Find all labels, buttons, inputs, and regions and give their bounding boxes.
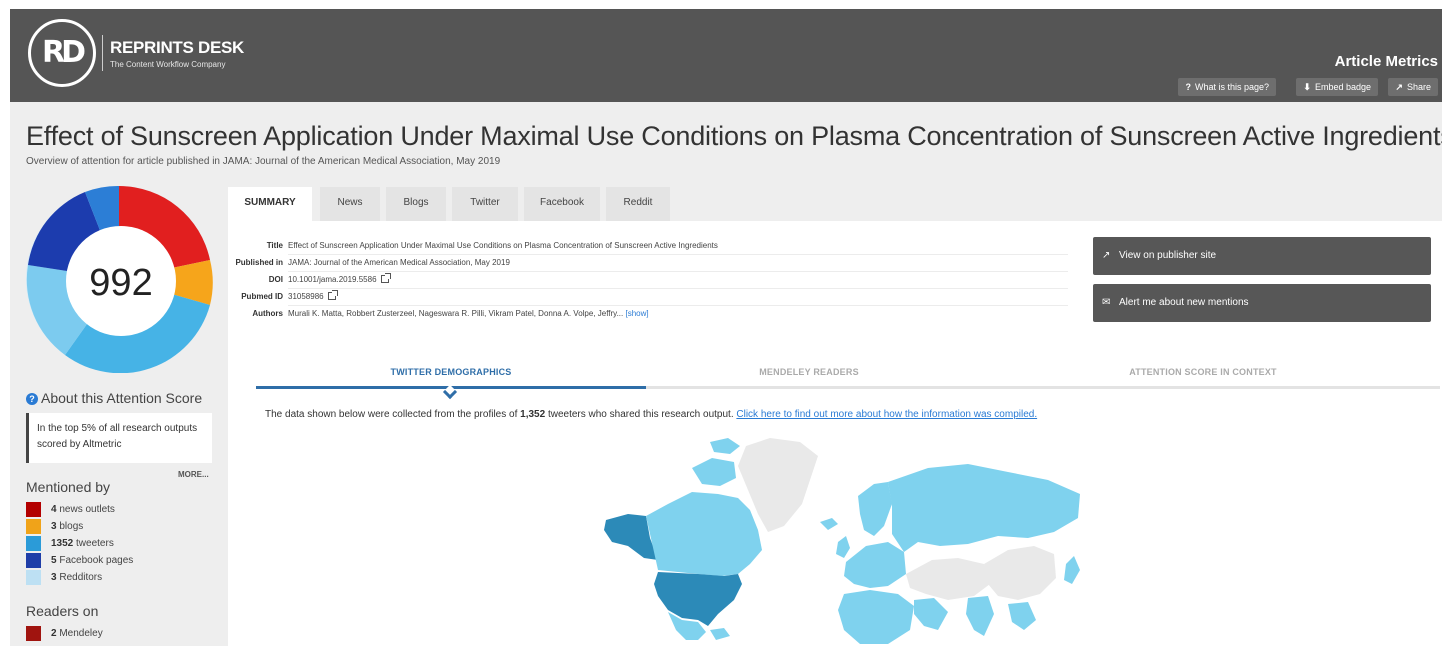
readers-on-heading: Readers on <box>26 603 99 619</box>
app-frame: RD REPRINTS DESK The Content Workflow Co… <box>10 9 1442 646</box>
map-arabia <box>914 598 948 630</box>
map-china <box>984 546 1056 600</box>
reader-mendeley[interactable]: 2 Mendeley <box>26 626 103 642</box>
alert-mentions-button[interactable]: ✉ Alert me about new mentions <box>1093 284 1431 322</box>
map-usa <box>654 572 742 626</box>
tweeters-swatch <box>26 536 41 551</box>
map-se-asia <box>1008 602 1036 630</box>
data-note: The data shown below were collected from… <box>265 409 1038 420</box>
article-subtitle: Overview of attention for article publis… <box>26 156 501 167</box>
summary-panel: Title Effect of Sunscreen Application Und… <box>228 221 1442 646</box>
more-link[interactable]: MORE... <box>178 470 209 479</box>
map-caribbean <box>710 628 730 640</box>
brand-name: REPRINTS DESK <box>110 38 245 57</box>
tab-twitter[interactable]: Twitter <box>452 187 518 221</box>
divider <box>288 271 1068 272</box>
top-bar: RD REPRINTS DESK The Content Workflow Co… <box>10 9 1442 102</box>
mention-redditors[interactable]: 3 Redditors <box>26 570 102 586</box>
logo-icon[interactable]: RD <box>28 19 96 87</box>
show-authors-link[interactable]: [show] <box>626 309 649 318</box>
map-arctic-islands <box>692 458 736 486</box>
view-publisher-button[interactable]: ↗ View on publisher site <box>1093 237 1431 275</box>
about-score-box: In the top 5% of all research outputs sc… <box>26 413 212 463</box>
tab-summary[interactable]: SUMMARY <box>228 187 312 221</box>
about-score-heading[interactable]: ? About this Attention Score <box>26 390 202 406</box>
page-title: Article Metrics <box>1334 53 1438 70</box>
mention-tweeters[interactable]: 1352 tweeters <box>26 536 114 552</box>
map-countries <box>604 438 1080 644</box>
mention-blogs[interactable]: 3 blogs <box>26 519 83 535</box>
external-link-icon: ↗ <box>1102 250 1111 261</box>
share-icon: ↗ <box>1395 82 1403 92</box>
mendeley-swatch <box>26 626 41 641</box>
blogs-swatch <box>26 519 41 534</box>
brand-tagline: The Content Workflow Company <box>110 60 226 69</box>
tab-facebook[interactable]: Facebook <box>524 187 600 221</box>
map-africa <box>838 590 914 644</box>
article-title: Effect of Sunscreen Application Under Ma… <box>26 121 1442 151</box>
tab-news[interactable]: News <box>320 187 380 221</box>
mention-facebook[interactable]: 5 Facebook pages <box>26 553 133 569</box>
mention-news[interactable]: 4 news outlets <box>26 502 115 518</box>
download-icon: ⬇ <box>1303 82 1311 92</box>
map-europe <box>844 542 906 588</box>
divider <box>288 288 1068 289</box>
mentioned-by-heading: Mentioned by <box>26 479 111 495</box>
logo-divider <box>102 35 103 71</box>
facebook-swatch <box>26 553 41 568</box>
question-icon: ? <box>1185 82 1191 92</box>
tab-reddit[interactable]: Reddit <box>606 187 670 221</box>
share-button[interactable]: ↗ Share <box>1388 78 1438 96</box>
map-japan <box>1064 556 1080 584</box>
info-compiled-link[interactable]: Click here to find out more about how th… <box>736 409 1037 420</box>
score-value: 992 <box>89 262 152 304</box>
news-swatch <box>26 502 41 517</box>
map-india <box>966 596 994 636</box>
map-russia <box>888 464 1080 552</box>
map-scandinavia <box>858 482 892 536</box>
help-icon: ? <box>26 393 38 405</box>
map-arctic-islands-2 <box>710 438 740 454</box>
external-link-icon[interactable] <box>327 290 338 300</box>
tab-blogs[interactable]: Blogs <box>386 187 446 221</box>
envelope-icon: ✉ <box>1102 297 1111 308</box>
what-is-this-page-button[interactable]: ? What is this page? <box>1178 78 1276 96</box>
map-central-asia <box>906 558 990 600</box>
twitter-demographics-map[interactable] <box>588 434 1088 646</box>
map-uk <box>836 536 850 558</box>
attention-score-donut: 992 <box>26 185 213 373</box>
embed-badge-button[interactable]: ⬇ Embed badge <box>1296 78 1378 96</box>
map-iceland <box>820 518 838 530</box>
map-canada <box>646 492 762 576</box>
logo-mark: RD <box>41 35 86 70</box>
external-link-icon[interactable] <box>380 273 391 283</box>
redditors-swatch <box>26 570 41 585</box>
